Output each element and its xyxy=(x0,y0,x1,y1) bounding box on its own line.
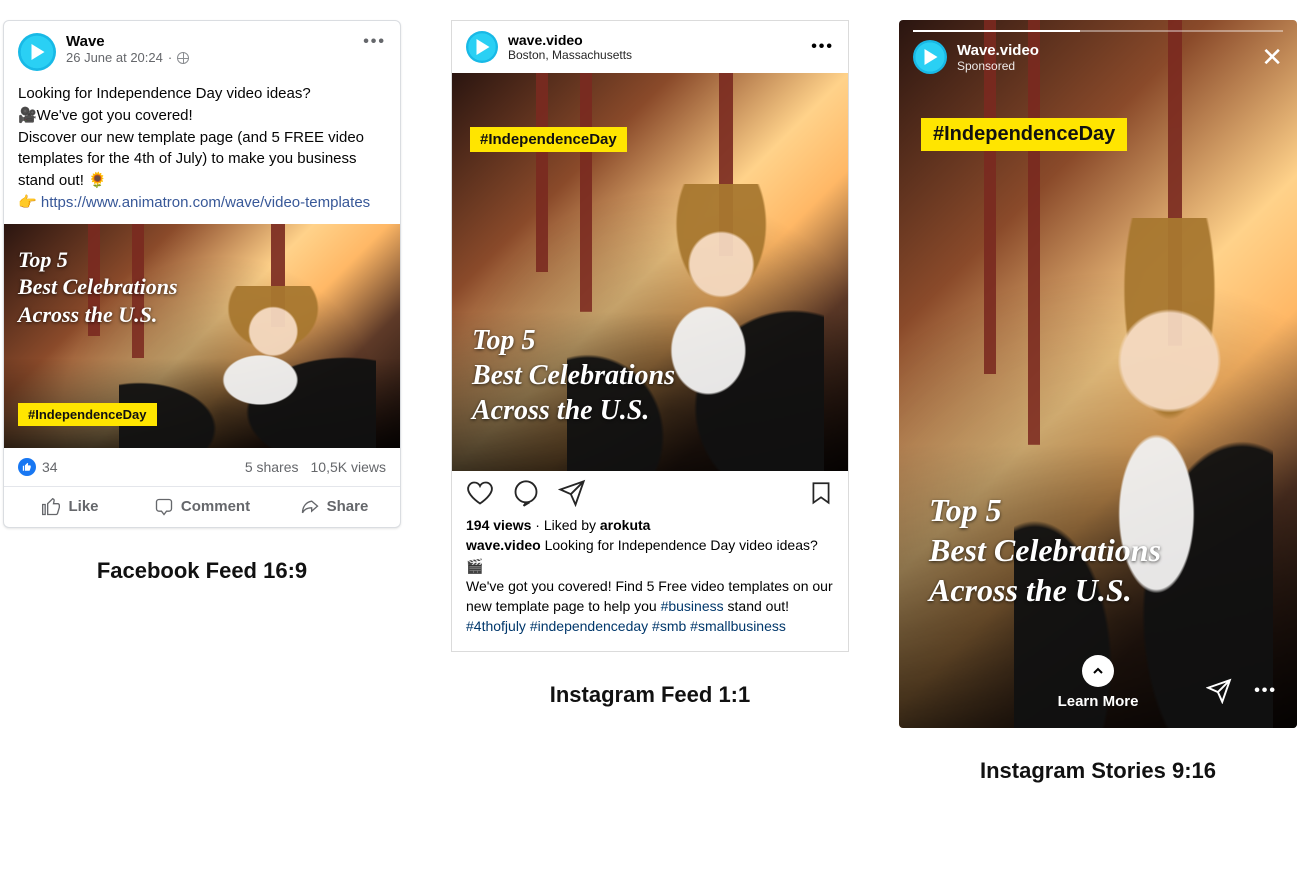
like-button[interactable]: Like xyxy=(4,487,136,527)
comment-icon[interactable] xyxy=(512,479,540,507)
story-progress-bar xyxy=(913,30,1283,32)
hashtag-links[interactable]: #4thofjuly #independenceday #smb #smallb… xyxy=(466,616,834,636)
wave-logo-icon[interactable] xyxy=(913,40,947,74)
fb-like-count[interactable]: 34 xyxy=(42,459,58,475)
sponsored-label: Sponsored xyxy=(957,59,1039,73)
hashtag-badge: #IndependenceDay xyxy=(470,127,627,152)
fb-stats: 34 5 shares 10,5K views xyxy=(4,448,400,486)
share-button[interactable]: Share xyxy=(268,487,400,527)
fb-page-name[interactable]: Wave xyxy=(66,33,189,50)
caption-fb: Facebook Feed 16:9 xyxy=(97,558,307,584)
fb-shares[interactable]: 5 shares xyxy=(245,459,299,475)
ig-caption: 194 views · Liked by arokuta wave.video … xyxy=(452,515,848,651)
hashtag-link[interactable]: #business xyxy=(661,598,724,614)
caption-story: Instagram Stories 9:16 xyxy=(980,758,1216,784)
ig-views[interactable]: 194 views xyxy=(466,517,531,533)
chevron-up-icon xyxy=(1082,655,1114,687)
fb-timestamp[interactable]: 26 June at 20:24 xyxy=(66,50,163,65)
liked-by-user[interactable]: arokuta xyxy=(600,517,651,533)
hashtag-badge: #IndependenceDay xyxy=(921,118,1127,151)
fb-link[interactable]: https://www.animatron.com/wave/video-tem… xyxy=(41,194,370,211)
ig-action-row xyxy=(452,471,848,515)
story-header: Wave.video Sponsored ✕ xyxy=(913,40,1283,74)
globe-icon[interactable] xyxy=(177,52,189,64)
story-username[interactable]: Wave.video xyxy=(957,42,1039,59)
facebook-post: Wave 26 June at 20:24 · ••• Looking for … xyxy=(3,20,401,528)
fb-views[interactable]: 10,5K views xyxy=(311,459,386,475)
more-icon[interactable]: ••• xyxy=(1254,682,1277,700)
comment-button[interactable]: Comment xyxy=(136,487,268,527)
instagram-story[interactable]: #IndependenceDay Top 5 Best Celebrations… xyxy=(899,20,1297,728)
close-icon[interactable]: ✕ xyxy=(1261,44,1283,70)
hashtag-badge: #IndependenceDay xyxy=(18,403,157,426)
ig-header: wave.video Boston, Massachusetts ••• xyxy=(452,21,848,73)
bookmark-icon[interactable] xyxy=(808,480,834,506)
ig-location[interactable]: Boston, Massachusetts xyxy=(508,48,632,62)
fb-header: Wave 26 June at 20:24 · ••• xyxy=(4,21,400,79)
wave-logo-icon[interactable] xyxy=(466,31,498,63)
wave-logo-icon[interactable] xyxy=(18,33,56,71)
caption-ig: Instagram Feed 1:1 xyxy=(550,682,751,708)
caption-username[interactable]: wave.video xyxy=(466,537,541,553)
like-count-icon[interactable] xyxy=(18,458,36,476)
send-icon[interactable] xyxy=(1206,678,1232,704)
instagram-post: wave.video Boston, Massachusetts ••• #In… xyxy=(451,20,849,652)
fb-video[interactable]: Top 5 Best Celebrations Across the U.S. … xyxy=(4,224,400,448)
heart-icon[interactable] xyxy=(466,479,494,507)
fb-post-body: Looking for Independence Day video ideas… xyxy=(4,79,400,224)
ig-username[interactable]: wave.video xyxy=(508,32,632,48)
learn-more-button[interactable]: Learn More xyxy=(1058,655,1139,710)
send-icon[interactable] xyxy=(558,479,586,507)
ig-video[interactable]: #IndependenceDay Top 5 Best Celebrations… xyxy=(452,73,848,471)
more-icon[interactable]: ••• xyxy=(811,38,834,56)
story-video[interactable]: #IndependenceDay Top 5 Best Celebrations… xyxy=(899,20,1297,728)
more-icon[interactable]: ••• xyxy=(363,33,386,51)
